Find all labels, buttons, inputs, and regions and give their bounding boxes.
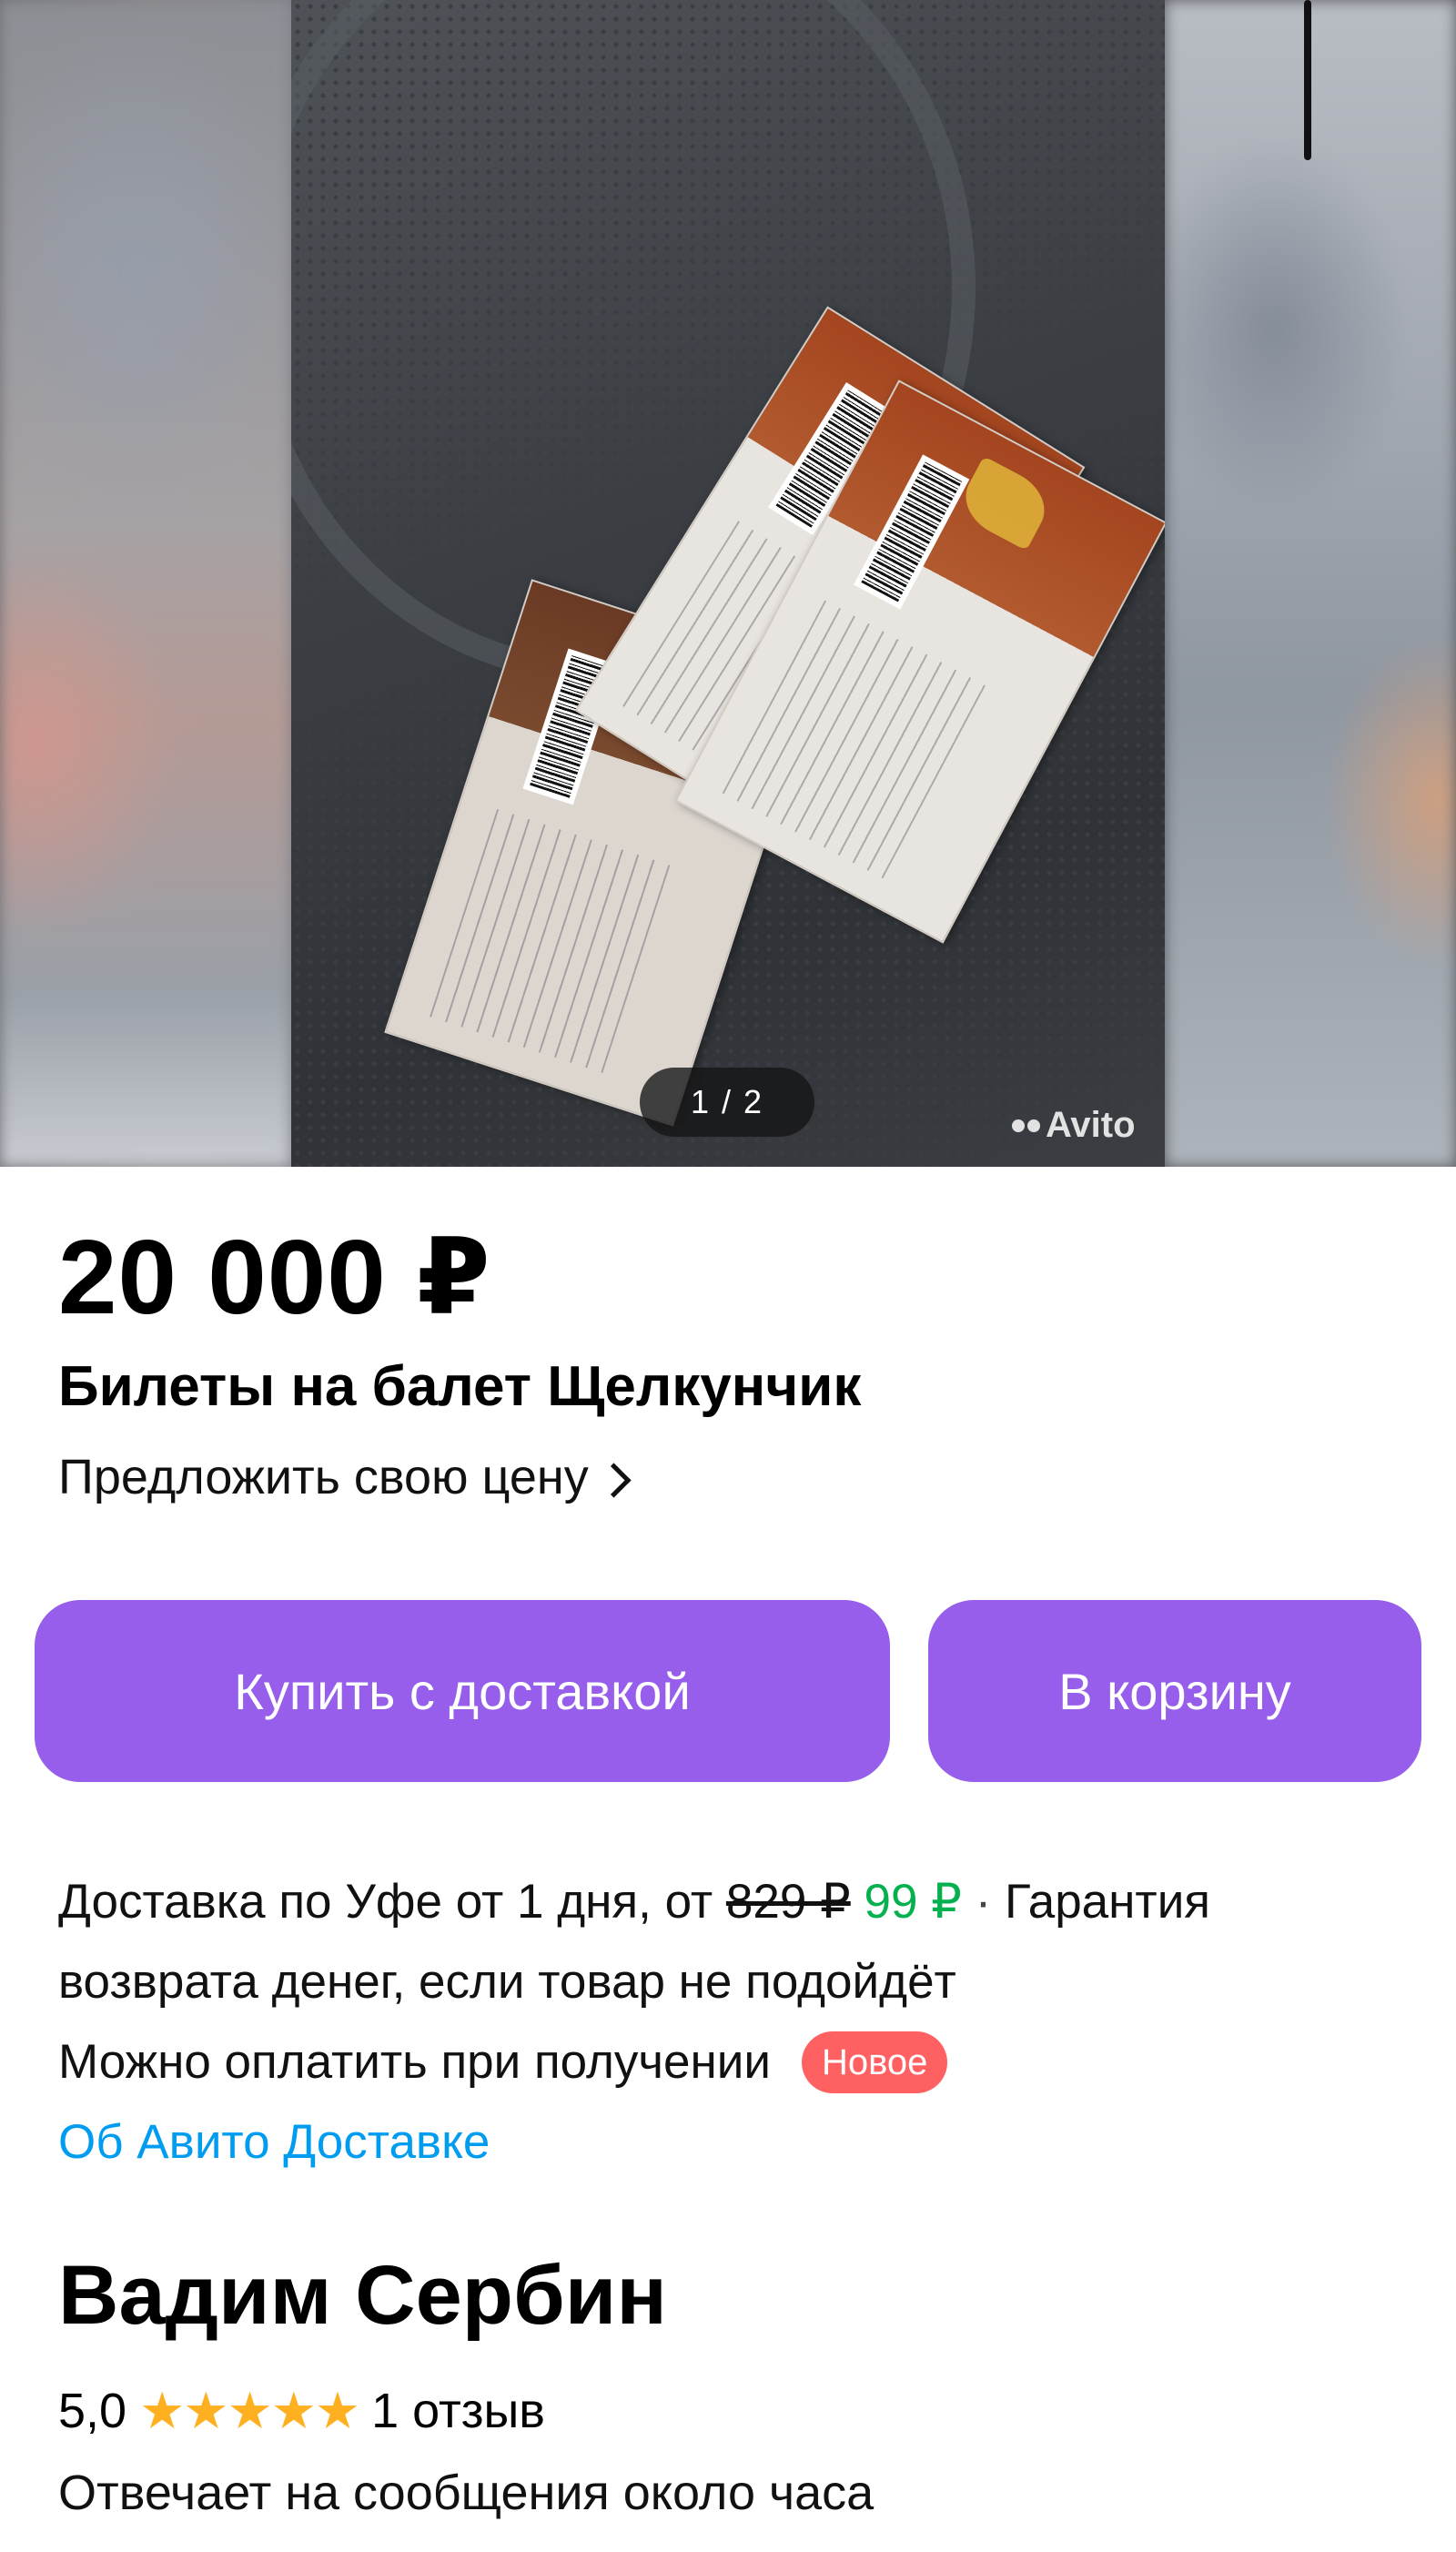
scroll-indicator xyxy=(1304,0,1311,160)
buy-with-delivery-button[interactable]: Купить с доставкой xyxy=(35,1600,890,1782)
watermark-text: Avito xyxy=(1046,1105,1136,1145)
offer-price-label: Предложить свою цену xyxy=(58,1450,589,1504)
seller-name[interactable]: Вадим Сербин xyxy=(58,2253,667,2337)
seller-rating[interactable]: 5,0 ★★★★★ 1 отзыв xyxy=(58,2381,545,2441)
about-avito-delivery-link[interactable]: Об Авито Доставке xyxy=(58,2102,1405,2182)
add-to-cart-button[interactable]: В корзину xyxy=(928,1600,1421,1782)
photo-counter: 1 / 2 xyxy=(640,1068,814,1137)
response-time: Отвечает на сообщения около часа xyxy=(58,2466,875,2520)
avito-logo-icon xyxy=(1012,1119,1040,1132)
star-rating-icon: ★★★★★ xyxy=(139,2382,360,2439)
rating-value: 5,0 xyxy=(58,2384,127,2438)
avito-watermark: Avito xyxy=(1012,1105,1136,1146)
gallery-blur-left xyxy=(0,0,291,1167)
old-delivery-price: 829 ₽ xyxy=(725,1875,851,1929)
reviews-count: 1 отзыв xyxy=(371,2384,545,2438)
listing-photo[interactable] xyxy=(291,0,1165,1167)
delivery-terms: Доставка по Уфе от 1 дня, от xyxy=(58,1875,726,1929)
pay-on-receipt-text: Можно оплатить при получении xyxy=(58,2035,771,2089)
separator: · xyxy=(961,1875,1005,1929)
listing-title: Билеты на балет Щелкунчик xyxy=(58,1355,862,1418)
chevron-right-icon xyxy=(596,1462,632,1498)
listing-price: 20 000 ₽ xyxy=(58,1218,491,1336)
photo-gallery[interactable]: 1 / 2 Avito xyxy=(0,0,1456,1167)
new-badge: Новое xyxy=(801,2031,948,2093)
delivery-info: Доставка по Уфе от 1 дня, от 829 ₽ 99 ₽ … xyxy=(58,1862,1405,2182)
gallery-blur-right xyxy=(1165,0,1456,1167)
new-delivery-price: 99 ₽ xyxy=(864,1875,962,1929)
delivery-text: Доставка по Уфе от 1 дня, от 829 ₽ 99 ₽ … xyxy=(58,1862,1405,2022)
pay-on-receipt-row: Можно оплатить при получении Новое xyxy=(58,2022,1405,2102)
offer-price-link[interactable]: Предложить свою цену xyxy=(58,1449,632,1505)
